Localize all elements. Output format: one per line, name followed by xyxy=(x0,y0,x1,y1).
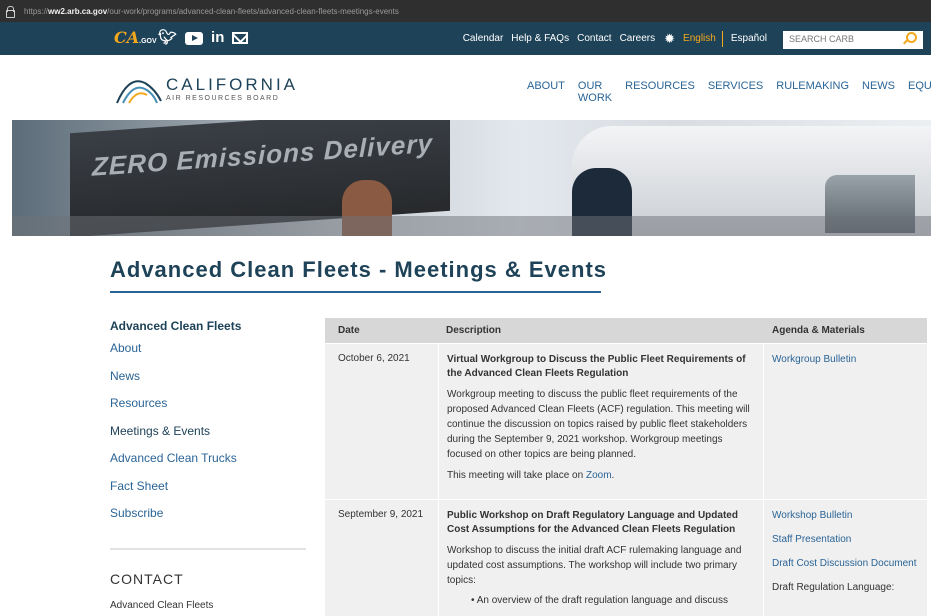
event-location-text: This meeting will take place on xyxy=(447,470,586,481)
search-input[interactable]: SEARCH CARB xyxy=(783,31,923,49)
zoom-link[interactable]: Zoom xyxy=(586,470,612,481)
hero-truck-text: ZERO Emissions Delivery xyxy=(92,127,433,182)
carb-logo-icon[interactable] xyxy=(115,73,163,105)
nav-about[interactable]: ABOUT xyxy=(527,80,565,104)
hero-image: ZERO Emissions Delivery xyxy=(12,120,931,236)
row-description: Virtual Workgroup to Discuss the Public … xyxy=(438,344,764,499)
row-description: Public Workshop on Draft Regulatory Lang… xyxy=(438,500,764,616)
sidebar-item-fact-sheet[interactable]: Fact Sheet xyxy=(110,479,310,507)
gear-icon[interactable]: ✹ xyxy=(664,31,675,47)
draft-regulation-language-label: Draft Regulation Language: xyxy=(772,582,895,593)
help-faqs-link[interactable]: Help & FAQs xyxy=(511,33,569,44)
nav-our-work[interactable]: OUR WORK xyxy=(578,80,612,104)
header-agenda-materials: Agenda & Materials xyxy=(772,325,865,336)
careers-link[interactable]: Careers xyxy=(620,33,656,44)
ca-gov-logo[interactable]: CA.GOV xyxy=(114,28,157,47)
table-row: October 6, 2021 Virtual Workgroup to Dis… xyxy=(325,344,927,499)
contact-line: Advanced Clean Fleets xyxy=(110,600,214,611)
youtube-icon[interactable] xyxy=(185,31,204,45)
event-title: Virtual Workgroup to Discuss the Public … xyxy=(447,354,746,379)
contact-heading: CONTACT xyxy=(110,571,184,587)
nav-equity[interactable]: EQUITY xyxy=(908,80,931,104)
table-header: Date Description Agenda & Materials xyxy=(325,318,927,343)
event-description: Workgroup meeting to discuss the public … xyxy=(447,389,750,460)
staff-presentation-link[interactable]: Staff Presentation xyxy=(772,533,927,546)
twitter-icon[interactable]: 🐦︎ xyxy=(158,29,177,47)
url-path: /our-work/programs/advanced-clean-fleets… xyxy=(107,6,399,16)
title-underline xyxy=(110,291,601,293)
row-date: October 6, 2021 xyxy=(338,353,410,364)
email-icon[interactable] xyxy=(232,32,249,44)
event-location: This meeting will take place on Zoom. xyxy=(447,468,755,483)
linkedin-icon[interactable]: in xyxy=(211,29,224,47)
contact-link[interactable]: Contact xyxy=(577,33,611,44)
sidebar-item-advanced-clean-trucks[interactable]: Advanced Clean Trucks xyxy=(110,451,310,479)
address-bar[interactable]: https://ww2.arb.ca.gov/our-work/programs… xyxy=(0,0,931,22)
draft-cost-document-link[interactable]: Draft Cost Discussion Document xyxy=(772,557,927,570)
workgroup-bulletin-link[interactable]: Workgroup Bulletin xyxy=(772,353,927,366)
events-table: Date Description Agenda & Materials Octo… xyxy=(325,318,927,616)
calendar-link[interactable]: Calendar xyxy=(463,33,504,44)
url-host: ww2.arb.ca.gov xyxy=(48,6,108,16)
header-description: Description xyxy=(446,325,502,336)
main-nav: ABOUT OUR WORK RESOURCES SERVICES RULEMA… xyxy=(527,80,931,104)
row-date: September 9, 2021 xyxy=(338,509,424,520)
nav-services[interactable]: SERVICES xyxy=(708,80,763,104)
sidebar-divider xyxy=(110,547,306,550)
logo-subtitle: AIR RESOURCES BOARD xyxy=(166,95,280,102)
sidebar-nav: Advanced Clean Fleets About News Resourc… xyxy=(110,319,310,550)
english-link[interactable]: English xyxy=(683,33,716,44)
workshop-bulletin-link[interactable]: Workshop Bulletin xyxy=(772,509,927,522)
event-title: Public Workshop on Draft Regulatory Lang… xyxy=(447,510,738,535)
sidebar-item-news[interactable]: News xyxy=(110,369,310,397)
nav-news[interactable]: NEWS xyxy=(862,80,895,104)
sidebar-item-resources[interactable]: Resources xyxy=(110,396,310,424)
espanol-link[interactable]: Español xyxy=(731,33,767,44)
event-description: Workshop to discuss the initial draft AC… xyxy=(447,545,742,586)
sidebar-item-meetings-events[interactable]: Meetings & Events xyxy=(110,424,310,452)
table-row: September 9, 2021 Public Workshop on Dra… xyxy=(325,500,927,616)
hero-ground xyxy=(12,216,931,236)
language-divider xyxy=(721,30,723,47)
url-prefix: https:// xyxy=(24,6,49,16)
header-date: Date xyxy=(338,325,360,336)
row-materials: Workshop Bulletin Staff Presentation Dra… xyxy=(764,500,927,616)
ca-gov-logo-sub: .GOV xyxy=(139,38,157,45)
event-topic-item: • An overview of the draft regulation la… xyxy=(471,595,728,606)
page: https://ww2.arb.ca.gov/our-work/programs… xyxy=(0,0,931,616)
search-icon[interactable] xyxy=(906,32,917,43)
sidebar-heading[interactable]: Advanced Clean Fleets xyxy=(110,319,310,333)
page-title: Advanced Clean Fleets - Meetings & Event… xyxy=(110,257,608,282)
sidebar-item-about[interactable]: About xyxy=(110,341,310,369)
row-materials: Workgroup Bulletin xyxy=(764,344,927,499)
event-location-end: . xyxy=(611,470,615,481)
social-links: 🐦︎ in xyxy=(158,29,249,47)
utility-bar: CA.GOV 🐦︎ in Calendar Help & FAQs Contac… xyxy=(0,22,931,55)
sidebar-item-subscribe[interactable]: Subscribe xyxy=(110,506,310,534)
logo-name: CALIFORNIA xyxy=(166,75,299,94)
nav-resources[interactable]: RESOURCES xyxy=(625,80,695,104)
utility-links: Calendar Help & FAQs Contact Careers ✹ E… xyxy=(455,22,767,55)
nav-rulemaking[interactable]: RULEMAKING xyxy=(776,80,849,104)
ca-gov-logo-text: CA xyxy=(114,28,140,47)
carb-logo-text[interactable]: CALIFORNIA AIR RESOURCES BOARD xyxy=(166,75,298,102)
lock-icon xyxy=(6,5,15,18)
